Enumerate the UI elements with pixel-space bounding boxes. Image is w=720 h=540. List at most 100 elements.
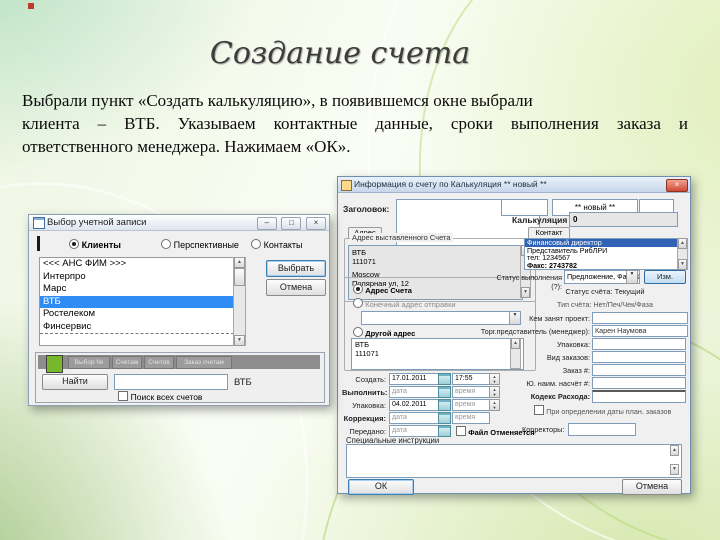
accounts-list[interactable]: <<< АНС ФИМ >>> Интерпро Марс ВТБ Ростел…: [39, 257, 235, 346]
corrector-input[interactable]: [568, 423, 636, 436]
date-label: Создать:: [355, 375, 386, 384]
close-icon[interactable]: ×: [666, 179, 688, 192]
contacts-scrollbar[interactable]: ▲ ▼: [677, 238, 688, 270]
radio-label: Другой адрес: [365, 329, 416, 338]
field-input[interactable]: Карен Наумова: [592, 325, 688, 337]
find-button[interactable]: Найти: [42, 374, 108, 390]
field-input[interactable]: [592, 364, 686, 376]
list-scrollbar[interactable]: ▲ ▼: [233, 257, 246, 346]
body-text: Выбрали пункт «Создать калькуляцию», в п…: [22, 90, 688, 158]
field-input[interactable]: [592, 312, 688, 324]
toolbar-button[interactable]: Счетов: [144, 356, 174, 369]
body-line: клиента – ВТБ. Указываем контактные данн…: [22, 113, 688, 133]
field-input[interactable]: [592, 377, 686, 389]
calendar-icon[interactable]: [438, 373, 451, 385]
radio-icon[interactable]: [161, 239, 171, 249]
radio-contacts[interactable]: Контакты: [251, 239, 303, 251]
radio-icon[interactable]: [353, 284, 363, 294]
account-book-icon: [33, 217, 45, 229]
calendar-icon[interactable]: [438, 386, 451, 398]
scroll-up-icon[interactable]: ▲: [670, 445, 679, 456]
cancel-button[interactable]: Отмена: [266, 279, 326, 296]
toolbar-button[interactable]: Заказ счетам: [176, 356, 232, 369]
field-input[interactable]: [592, 351, 686, 363]
chevron-down-icon[interactable]: ▼: [626, 270, 638, 284]
radio-other-address[interactable]: Другой адрес: [353, 327, 415, 338]
time-input[interactable]: 17:55: [452, 373, 490, 385]
radio-account-address[interactable]: Адрес Счета: [353, 284, 412, 295]
scroll-down-icon[interactable]: ▼: [234, 335, 245, 346]
checkbox-icon[interactable]: [456, 426, 466, 436]
minimize-icon[interactable]: –: [256, 217, 277, 230]
header-box-1[interactable]: [501, 199, 548, 216]
radio-icon[interactable]: [353, 298, 363, 308]
scroll-down-icon[interactable]: ▼: [678, 259, 687, 270]
checkbox-label: Поиск всех счетов: [130, 392, 203, 402]
scroll-down-icon[interactable]: ▼: [670, 464, 679, 475]
list-item[interactable]: Ростелеком: [40, 308, 234, 321]
time-input[interactable]: время: [452, 386, 490, 398]
time-input[interactable]: время: [452, 399, 490, 411]
contacts-list[interactable]: Финансовый директор Представитель РибЛРИ…: [524, 238, 679, 270]
field-input[interactable]: [592, 390, 686, 403]
slide-canvas: Создание счета Выбрали пункт «Создать ка…: [0, 0, 720, 540]
edit-status-button[interactable]: Изм.: [644, 270, 686, 284]
toolbar-button[interactable]: Счетам: [112, 356, 142, 369]
contact-line[interactable]: Факс: 2743782: [525, 261, 678, 270]
calendar-icon[interactable]: [438, 399, 451, 411]
spinner-icon[interactable]: ▲ ▼: [489, 373, 500, 385]
find-input[interactable]: [114, 374, 228, 390]
radio-final-address[interactable]: Конечный адрес отправки: [353, 298, 456, 309]
list-item[interactable]: [40, 333, 234, 345]
special-instructions-textarea[interactable]: [346, 444, 682, 478]
radio-icon[interactable]: [251, 239, 261, 249]
scroll-up-icon[interactable]: ▲: [678, 238, 687, 249]
body-line: Выбрали пункт «Создать калькуляцию», в п…: [22, 91, 533, 110]
field-input[interactable]: [592, 338, 686, 350]
radio-clients[interactable]: Клиенты: [69, 239, 121, 251]
radio-icon[interactable]: [353, 327, 363, 337]
green-tab-icon[interactable]: [46, 355, 63, 373]
date-input[interactable]: 04.02.2011: [389, 399, 439, 411]
focus-bar: [37, 236, 40, 251]
status-line: Статус счёта: Текущий: [565, 287, 645, 296]
list-item[interactable]: Финсервис: [40, 321, 234, 334]
radio-icon[interactable]: [69, 239, 79, 249]
dialog-titlebar[interactable]: Выбор учетной записи – □ ×: [29, 215, 329, 231]
radio-prospects[interactable]: Перспективные: [161, 239, 239, 251]
calculation-info-dialog: Информация о счету по Калькуляция ** нов…: [337, 176, 691, 495]
list-item[interactable]: <<< АНС ФИМ >>>: [40, 258, 234, 271]
calendar-icon[interactable]: [438, 412, 451, 424]
dialog-titlebar[interactable]: Информация о счету по Калькуляция ** нов…: [338, 177, 690, 193]
list-item-selected[interactable]: ВТБ: [40, 295, 234, 308]
checkbox-icon[interactable]: [534, 405, 544, 415]
spinner-icon[interactable]: ▲ ▼: [489, 386, 500, 398]
cancel-button[interactable]: Отмена: [622, 479, 682, 495]
field-label: Торг.представитель (менеджер):: [480, 327, 590, 336]
date-input[interactable]: 17.01.2011: [389, 373, 439, 385]
page-title: Создание счета: [209, 36, 471, 71]
billing-address-caption: Адрес выставленного Счета: [350, 233, 453, 242]
scroll-up-icon[interactable]: ▲: [234, 257, 245, 268]
maximize-icon[interactable]: □: [281, 217, 302, 230]
list-item[interactable]: Интерпро: [40, 271, 234, 284]
instructions-scrollbar[interactable]: ▲ ▼: [670, 445, 679, 475]
checkbox-icon[interactable]: [118, 391, 128, 401]
order-cancelled-checkbox[interactable]: Файл Отменяется: [456, 426, 535, 437]
dialog-title: Выбор учетной записи: [47, 217, 147, 228]
toolbar-button[interactable]: Выбор №: [68, 356, 110, 369]
spinner-icon[interactable]: ▲ ▼: [489, 399, 500, 411]
ok-button[interactable]: ОК: [348, 479, 414, 495]
date-plan-checkbox[interactable]: При определении даты план. заказов: [534, 405, 671, 416]
time-input[interactable]: время: [452, 412, 490, 424]
date-input[interactable]: дата: [389, 412, 439, 424]
date-row: Создать: 17.01.2011 17:55 ▲ ▼: [342, 373, 514, 385]
date-input[interactable]: дата: [389, 386, 439, 398]
calendar-icon[interactable]: [438, 425, 451, 437]
select-button[interactable]: Выбрать: [266, 260, 326, 277]
search-all-checkbox[interactable]: Поиск всех счетов: [118, 391, 202, 403]
scrollbar-thumb[interactable]: [234, 268, 245, 286]
radio-label: Перспективные: [173, 240, 239, 250]
close-icon[interactable]: ×: [306, 217, 326, 230]
list-item[interactable]: Марс: [40, 283, 234, 296]
